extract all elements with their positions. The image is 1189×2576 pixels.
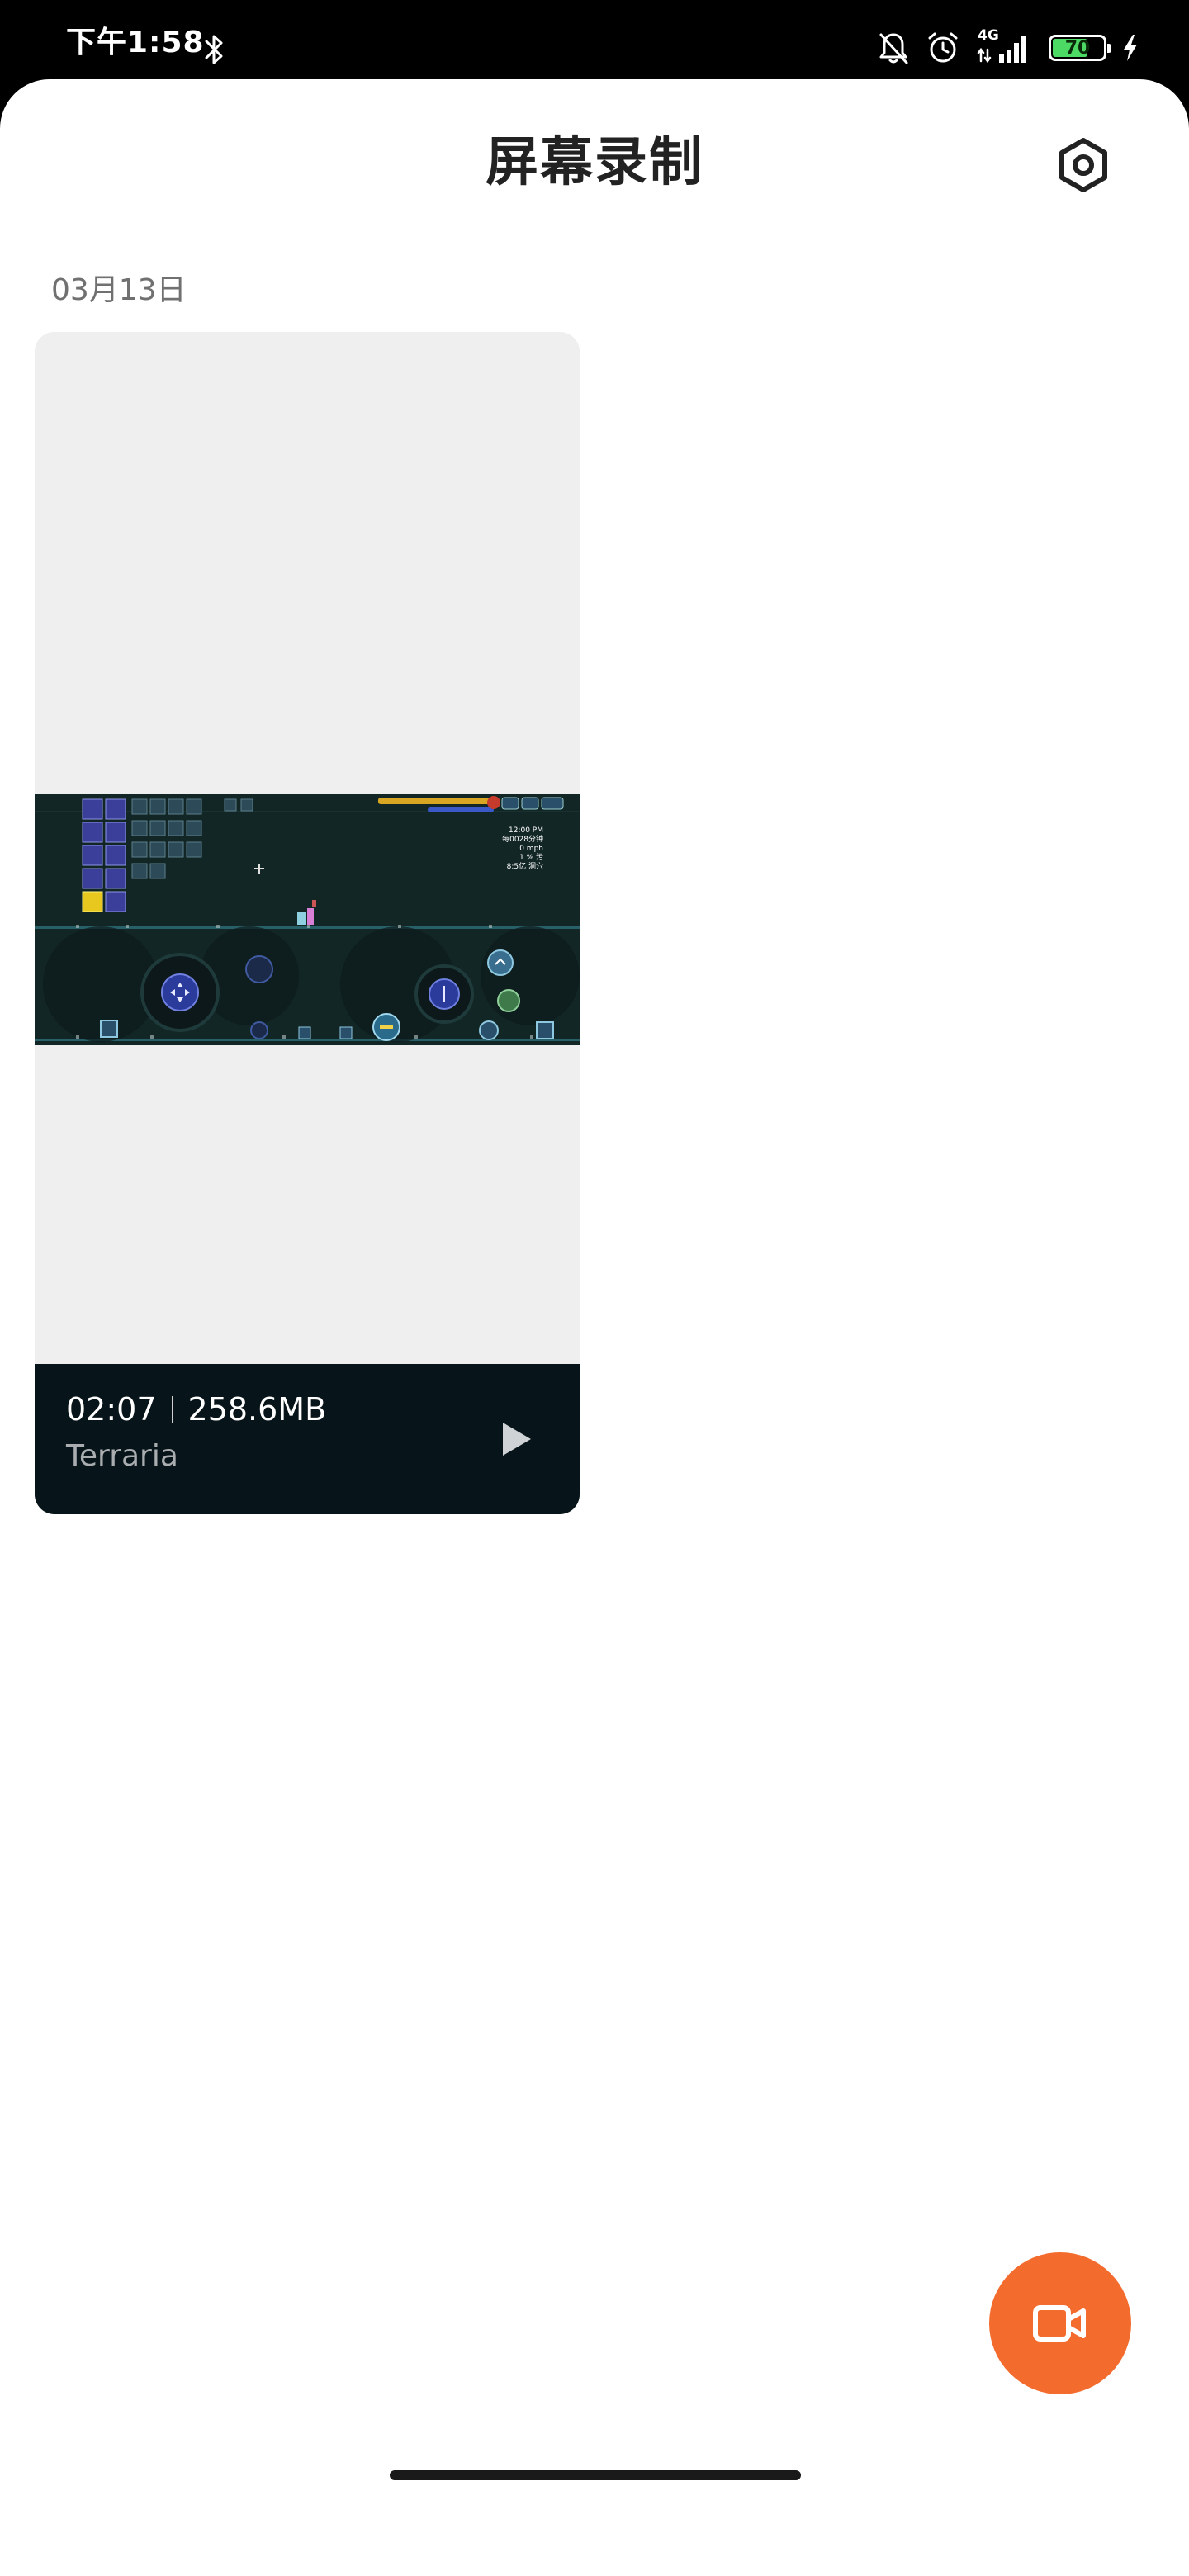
hexagon-gear-icon: [1059, 138, 1107, 192]
start-recording-button[interactable]: [989, 2252, 1131, 2394]
meta-divider: [171, 1396, 173, 1423]
hud-line: 每0028分钟: [502, 834, 543, 844]
bluetooth-icon: [205, 35, 223, 64]
recording-size: 258.6MB: [187, 1391, 327, 1428]
recording-app-name: Terraria: [66, 1439, 178, 1473]
bell-off-icon: [879, 33, 908, 64]
screen-recorder-page: 屏幕录制 03月13日 12:00 PM 每0028分钟 0 mph 1 % 污…: [0, 79, 1189, 2576]
recording-info-bar: 02:07 258.6MB Terraria: [35, 1364, 580, 1514]
hud-line: 12:00 PM: [509, 826, 543, 835]
video-camera-icon: [1033, 2305, 1086, 2342]
status-bar: 下午1:58 4G 70: [0, 0, 1189, 79]
left-joystick: [140, 953, 220, 1032]
date-group-label: 03月13日: [51, 273, 187, 307]
play-triangle-icon: [503, 1423, 531, 1456]
play-button[interactable]: [487, 1410, 545, 1468]
hud-line: 8:5亿 洞穴: [507, 861, 543, 871]
hud-line: 1 % 污: [519, 852, 543, 862]
signal-bars-icon: [977, 36, 1026, 64]
battery-indicator: 70: [1049, 35, 1111, 61]
page-title: 屏幕录制: [486, 132, 703, 193]
cellular-signal: 4G: [976, 28, 1034, 68]
recording-duration: 02:07: [66, 1391, 157, 1428]
recording-card[interactable]: 12:00 PM 每0028分钟 0 mph 1 % 污 8:5亿 洞穴 02:…: [35, 332, 580, 1514]
game-scene: 12:00 PM 每0028分钟 0 mph 1 % 污 8:5亿 洞穴: [35, 794, 580, 1045]
status-icons: 4G 70: [877, 28, 1139, 68]
alarm-clock-icon: [928, 32, 958, 63]
home-indicator[interactable]: [390, 2470, 801, 2480]
battery-level: 70: [1064, 37, 1091, 59]
lightning-icon: [1124, 35, 1137, 61]
status-time: 下午1:58: [66, 26, 205, 59]
recording-meta: 02:07 258.6MB: [66, 1389, 326, 1430]
hud-line: 0 mph: [519, 845, 543, 853]
video-thumbnail[interactable]: 12:00 PM 每0028分钟 0 mph 1 % 污 8:5亿 洞穴: [35, 332, 580, 1364]
battery-tip: [1107, 44, 1111, 53]
settings-button[interactable]: [1050, 132, 1116, 198]
right-joystick: [414, 964, 474, 1024]
game-screenshot: 12:00 PM 每0028分钟 0 mph 1 % 污 8:5亿 洞穴: [35, 794, 580, 1045]
